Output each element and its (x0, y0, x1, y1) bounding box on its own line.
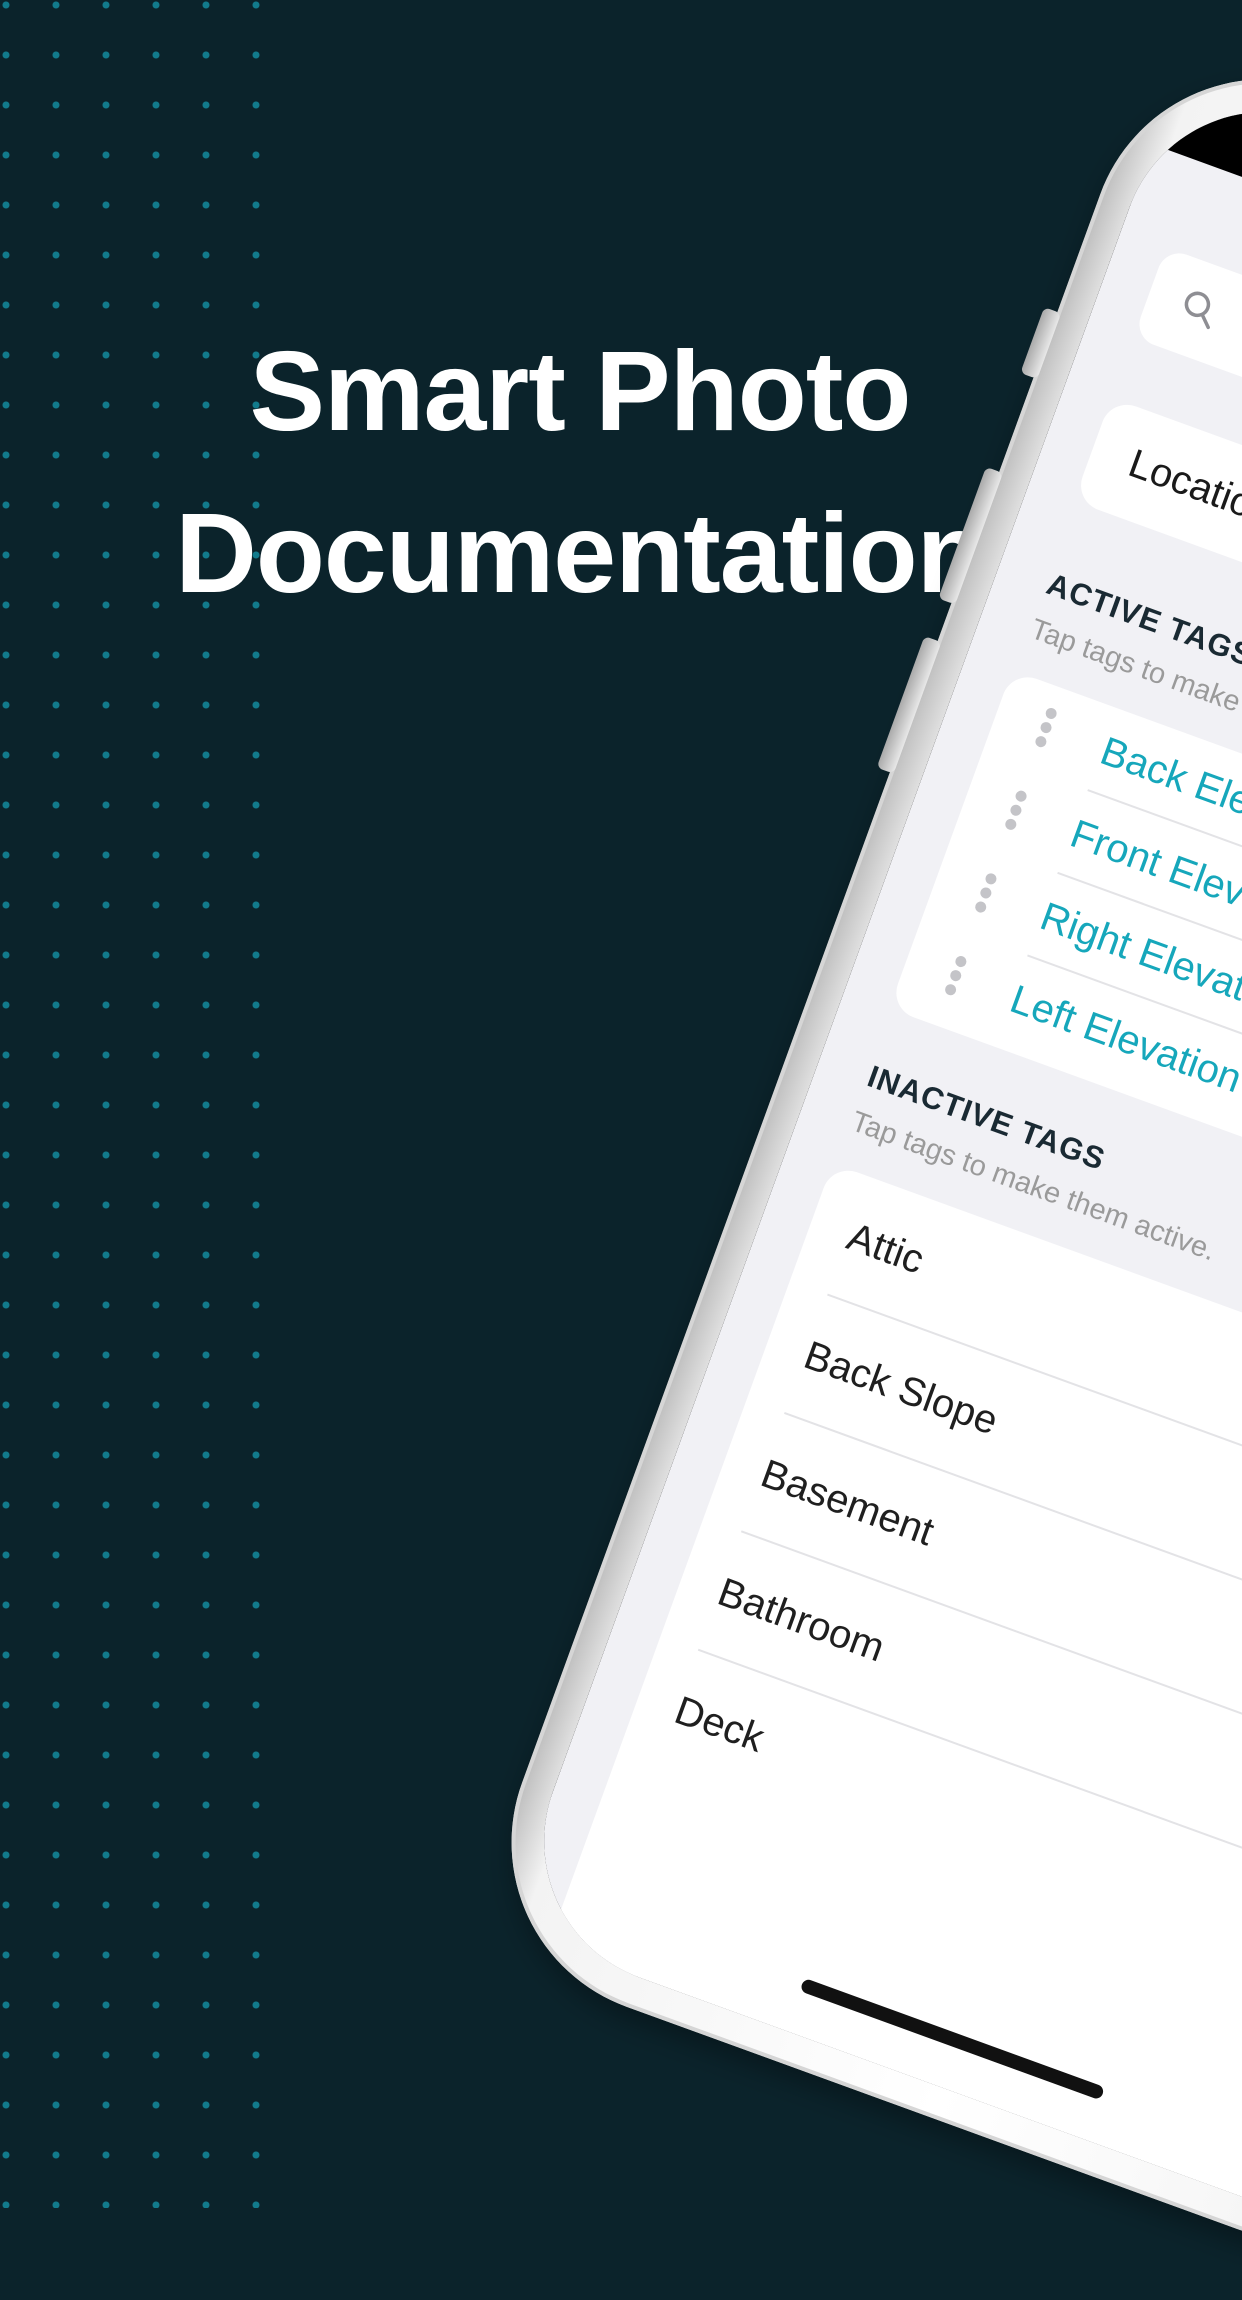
drag-handle-icon[interactable] (943, 954, 971, 1001)
inactive-tag-label: Deck (669, 1688, 770, 1761)
drag-handle-icon[interactable] (973, 871, 1001, 918)
inactive-tag-label: Back Slope (798, 1333, 1004, 1444)
drag-handle-icon[interactable] (1033, 706, 1061, 752)
search-icon (1184, 291, 1211, 330)
headline-line-1: Smart Photo (249, 328, 912, 454)
drag-handle-icon[interactable] (1003, 789, 1031, 835)
inactive-tag-label: Attic (841, 1214, 930, 1283)
inactive-tag-label: Bathroom (712, 1569, 891, 1671)
inactive-tag-label: Basement (755, 1451, 940, 1555)
location-label: Location (1122, 441, 1242, 535)
